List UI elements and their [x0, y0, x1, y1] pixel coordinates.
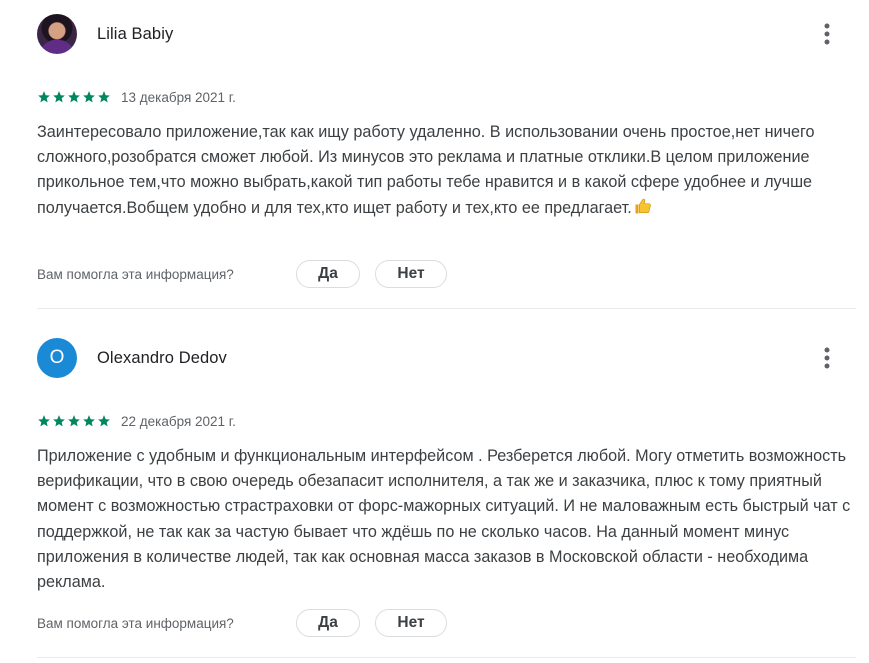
more-options-button[interactable] [808, 15, 846, 53]
review-text: Заинтересовало приложение,так как ищу ра… [37, 123, 815, 217]
helpful-no-button[interactable]: Нет [375, 260, 447, 288]
more-vert-icon [824, 23, 830, 45]
review-date: 13 декабря 2021 г. [121, 89, 236, 105]
helpful-row: Вам помогла эта информация? Да Нет [37, 259, 447, 289]
star-icon [68, 415, 80, 427]
helpful-row: Вам помогла эта информация? Да Нет [37, 608, 447, 638]
review-text: Приложение с удобным и функциональным ин… [37, 447, 851, 592]
more-options-button[interactable] [808, 339, 846, 377]
helpful-no-button[interactable]: Нет [375, 609, 447, 637]
divider [37, 657, 856, 658]
star-icon [68, 91, 80, 103]
review-meta: 13 декабря 2021 г. [37, 88, 236, 106]
star-icon [83, 91, 95, 103]
review-header: O Olexandro Dedov [37, 337, 227, 379]
helpful-yes-button[interactable]: Да [296, 260, 360, 288]
star-rating [37, 414, 111, 428]
star-icon [83, 415, 95, 427]
star-icon [53, 415, 65, 427]
avatar-letter: O [49, 347, 65, 368]
star-icon [53, 91, 65, 103]
avatar [37, 14, 77, 54]
helpful-question: Вам помогла эта информация? [37, 615, 234, 631]
review-date: 22 декабря 2021 г. [121, 413, 236, 429]
star-icon [38, 415, 50, 427]
star-icon [98, 91, 110, 103]
author-name: Olexandro Dedov [97, 348, 227, 367]
helpful-question: Вам помогла эта информация? [37, 266, 234, 282]
star-rating [37, 90, 111, 104]
star-icon [38, 91, 50, 103]
more-vert-icon [824, 347, 830, 369]
review-header: Lilia Babiy [37, 13, 173, 55]
helpful-yes-button[interactable]: Да [296, 609, 360, 637]
avatar: O [37, 338, 77, 378]
divider [37, 308, 856, 309]
review-text-block: Заинтересовало приложение,так как ищу ра… [37, 120, 863, 221]
star-icon [98, 415, 110, 427]
author-name: Lilia Babiy [97, 24, 174, 43]
thumbs-up-icon [635, 198, 651, 214]
review-meta: 22 декабря 2021 г. [37, 412, 236, 430]
